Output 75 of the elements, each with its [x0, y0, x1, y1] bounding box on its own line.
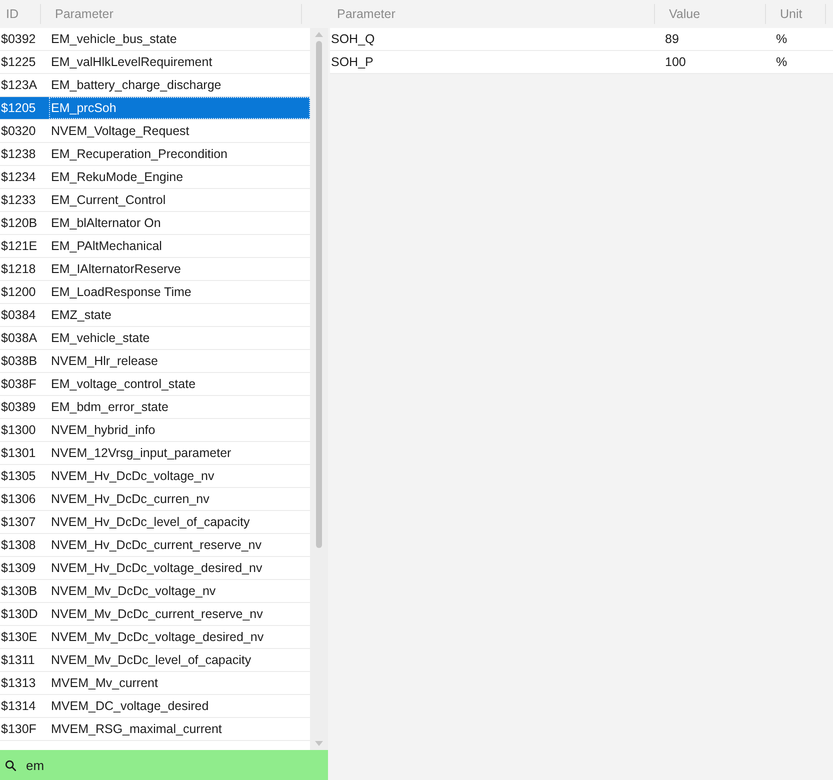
id-cell-text: $123A — [0, 76, 38, 94]
parameter-cell-text: MVEM_RSG_maximal_current — [50, 720, 223, 738]
parameter-cell-text: NVEM_12Vrsg_input_parameter — [50, 444, 232, 462]
parameter-cell-text: EM_Recuperation_Precondition — [50, 146, 228, 163]
id-cell-text: $1301 — [0, 444, 37, 462]
id-cell-text: $1313 — [0, 674, 37, 692]
parameter-cell-text: EM_vehicle_state — [50, 330, 151, 347]
parameter-cell-text: NVEM_Hv_DcDc_current_reserve_nv — [50, 536, 262, 554]
id-cell-text: $0384 — [0, 306, 37, 324]
value-cell-text: 100 — [665, 54, 687, 71]
scroll-up-icon[interactable] — [315, 32, 323, 37]
id-cell-text: $1311 — [0, 652, 36, 669]
id-cell-text: $1308 — [0, 536, 37, 554]
parameter-cell-text: EM_LoadResponse Time — [50, 284, 192, 301]
id-cell-text: $1233 — [0, 192, 37, 209]
id-cell-text: $1225 — [0, 54, 37, 71]
parameter-cell-text: EMZ_state — [50, 306, 112, 324]
search-icon — [5, 760, 16, 771]
id-cell-text: $121E — [0, 238, 38, 255]
search-field[interactable]: em — [0, 750, 328, 780]
table-row[interactable]: $1205 EM_prcSoh — [0, 97, 310, 120]
value-cell-text: 89 — [665, 30, 680, 48]
parameter-cell-text: MVEM_DC_voltage_desired — [50, 698, 210, 715]
scroll-down-icon[interactable] — [315, 741, 323, 746]
id-cell-text: $1234 — [0, 168, 37, 186]
id-cell-text: $130E — [0, 628, 38, 646]
id-cell-text: $130B — [0, 582, 38, 600]
parameter-cell-text: SOH_Q — [330, 30, 376, 48]
scrollbar-thumb[interactable] — [316, 41, 322, 548]
id-cell-text: $1309 — [0, 560, 37, 577]
id-cell-text: $0392 — [0, 30, 37, 48]
id-cell-text: $038A — [0, 330, 38, 347]
parameter-cell-text: NVEM_Hv_DcDc_voltage_nv — [50, 468, 216, 485]
parameter-cell-text: NVEM_Mv_DcDc_voltage_desired_nv — [50, 628, 265, 646]
id-cell-text: $130D — [0, 606, 39, 623]
id-cell-text: $0320 — [0, 122, 37, 140]
id-cell-text: $1314 — [0, 698, 37, 715]
id-cell-text: $038B — [0, 352, 38, 370]
parameter-cell-text: EM_PAltMechanical — [50, 238, 163, 255]
parameter-cell-text: EM_voltage_control_state — [50, 376, 197, 393]
parameter-cell-text: MVEM_Mv_current — [50, 674, 159, 692]
id-cell-text: $1238 — [0, 146, 37, 163]
scrollbar[interactable] — [310, 28, 328, 750]
parameter-cell-text: EM_valHlkLevelRequirement — [50, 54, 214, 71]
parameter-cell-text: EM_battery_charge_discharge — [50, 76, 222, 94]
id-cell-text: $1205 — [0, 100, 37, 117]
parameter-cell-text: NVEM_Hv_DcDc_curren_nv — [50, 490, 210, 508]
parameter-cell-text: NVEM_Mv_DcDc_current_reserve_nv — [50, 606, 264, 623]
id-cell-text: $1305 — [0, 468, 37, 485]
parameter-cell-text: NVEM_hybrid_info — [50, 422, 156, 439]
parameter-cell-text: NVEM_Hlr_release — [50, 352, 159, 370]
parameter-cell-text: EM_IAlternatorReserve — [50, 260, 182, 278]
id-cell-text: $1300 — [0, 422, 37, 439]
id-cell-text: $1307 — [0, 514, 37, 531]
parameter-cell-text: EM_vehicle_bus_state — [50, 30, 178, 48]
parameter-cell-text: NVEM_Hv_DcDc_voltage_desired_nv — [50, 560, 264, 577]
parameter-cell-text: EM_bdm_error_state — [50, 398, 170, 416]
parameter-cell-text: NVEM_Hv_DcDc_level_of_capacity — [50, 514, 251, 531]
parameter-cell-text: NVEM_Voltage_Request — [50, 122, 190, 140]
parameter-cell-text: NVEM_Mv_DcDc_level_of_capacity — [50, 652, 252, 669]
unit-cell-text: % — [776, 54, 788, 71]
parameter-cell-text: EM_Current_Control — [50, 192, 167, 209]
id-cell-text: $0389 — [0, 398, 37, 416]
unit-cell-text: % — [776, 30, 788, 48]
parameter-cell-text: EM_RekuMode_Engine — [50, 168, 184, 186]
id-cell-text: $1200 — [0, 284, 37, 301]
parameter-cell-text: SOH_P — [330, 54, 374, 71]
id-cell-text: $120B — [0, 214, 38, 232]
id-cell-text: $1306 — [0, 490, 37, 508]
parameter-cell-text: EM_blAlternator On — [50, 214, 162, 232]
parameter-cell-text: NVEM_Mv_DcDc_voltage_nv — [50, 582, 217, 600]
parameter-cell: EM_prcSoh — [49, 97, 310, 119]
id-cell-text: $1218 — [0, 260, 37, 278]
id-cell-text: $130F — [0, 720, 38, 738]
id-cell-text: $038F — [0, 376, 38, 393]
